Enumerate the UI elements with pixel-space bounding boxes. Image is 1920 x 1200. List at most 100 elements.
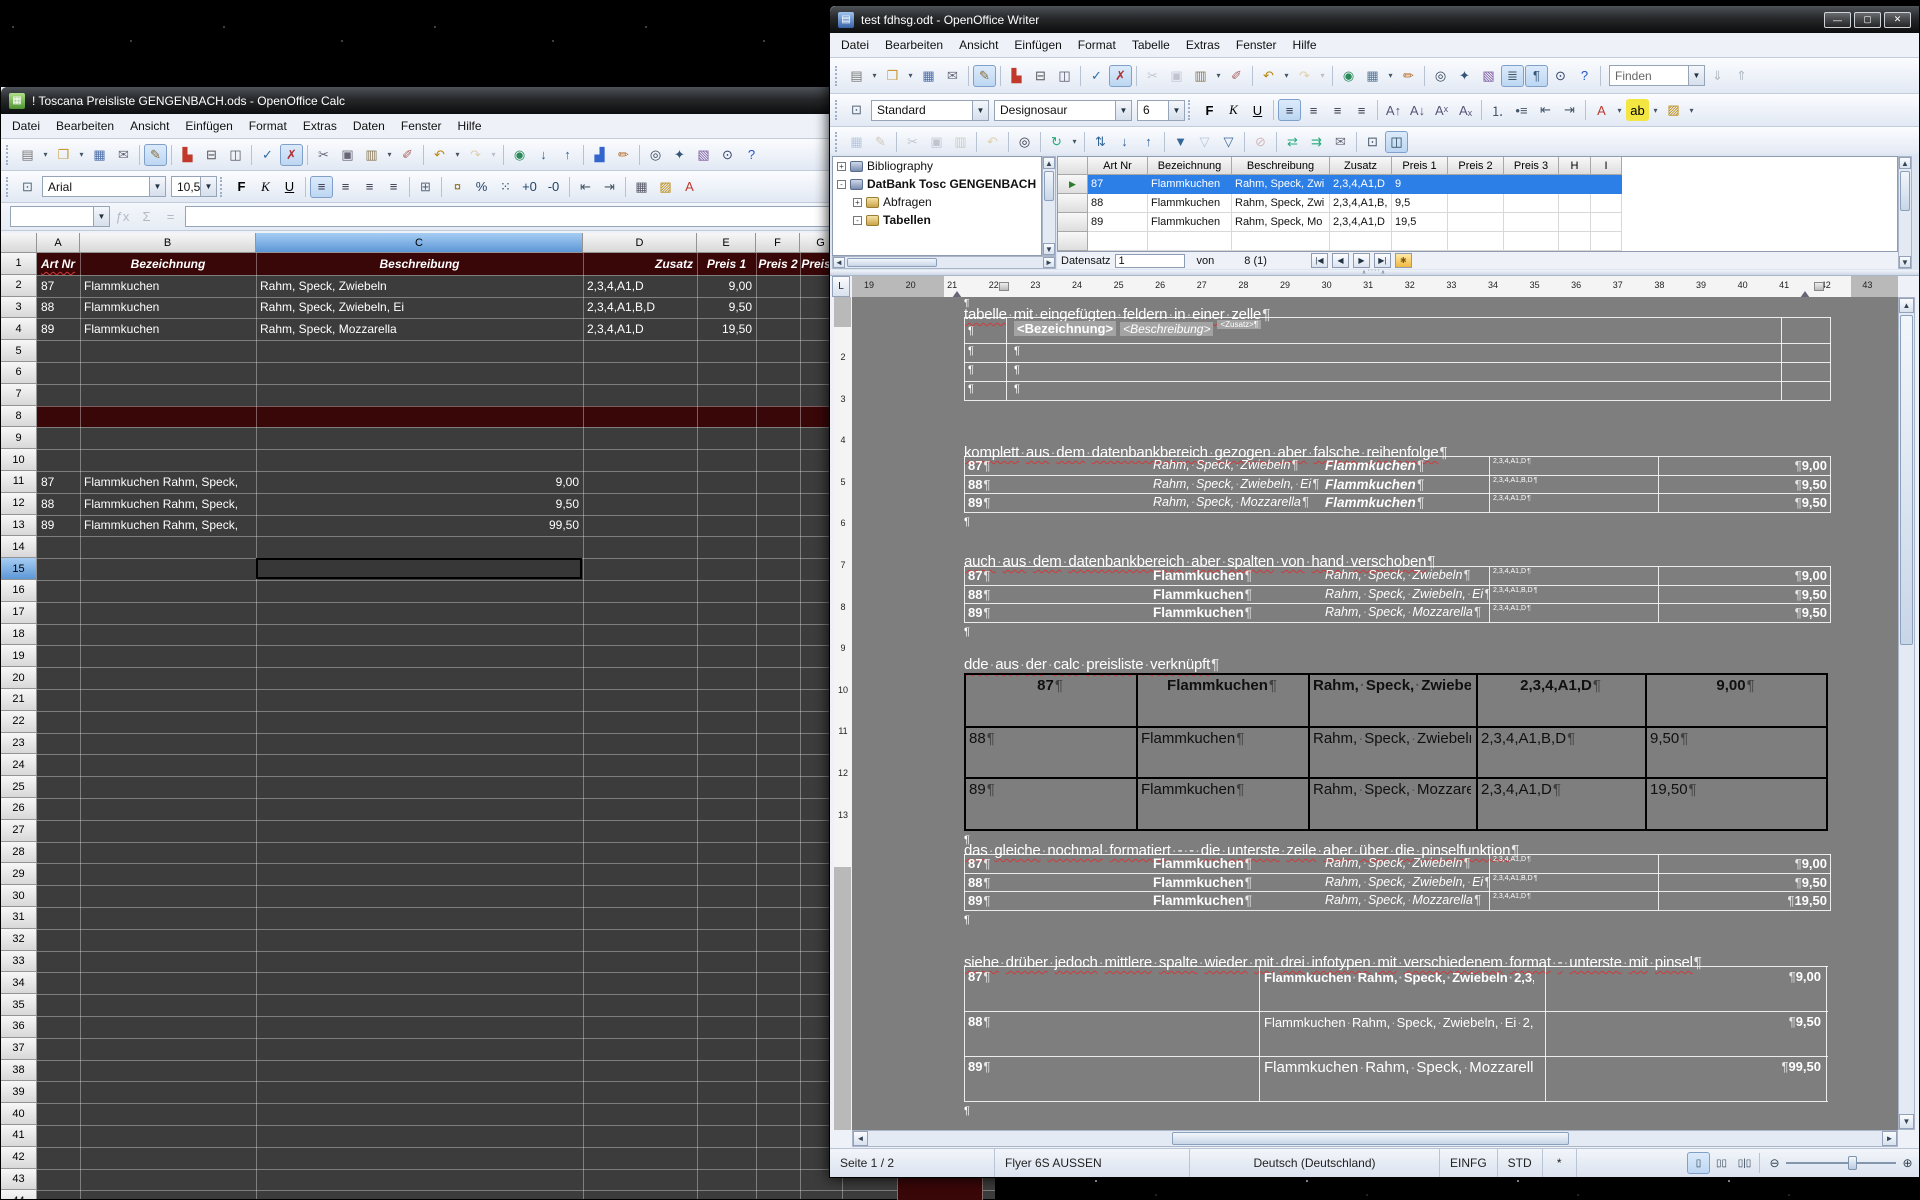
help-icon[interactable]: ? xyxy=(740,144,763,166)
grid-column-header-preis-1[interactable]: Preis 1 xyxy=(1392,157,1448,175)
tab-stop-marker[interactable] xyxy=(999,282,1009,291)
grid-cell[interactable]: 88 xyxy=(1088,194,1148,213)
row-selector[interactable] xyxy=(1058,213,1088,232)
row-selector[interactable] xyxy=(1058,232,1088,251)
sheet-cell-D2[interactable]: 2,3,4,A1,D xyxy=(583,275,697,297)
calc-function-wizard-icon[interactable]: ƒx xyxy=(111,206,134,228)
status-language[interactable]: Deutsch (Deutschland) xyxy=(1190,1149,1440,1177)
grid-cell[interactable] xyxy=(1559,175,1591,194)
tab-stop-marker[interactable] xyxy=(1814,282,1824,291)
datasource-table-grid[interactable]: Art NrBezeichnungBeschreibungZusatzPreis… xyxy=(1057,156,1898,252)
grid-cell[interactable] xyxy=(1448,213,1504,232)
row-selector-active[interactable]: ▶ xyxy=(1058,175,1088,194)
sheet-cell-C13[interactable]: 99,50 xyxy=(256,515,583,537)
row-header-2[interactable]: 2 xyxy=(1,275,37,297)
email-icon[interactable]: ✉ xyxy=(112,144,135,166)
paste-icon[interactable]: ▥ xyxy=(949,131,972,153)
bold-icon[interactable]: F xyxy=(1198,99,1221,121)
row-header-19[interactable]: 19 xyxy=(1,645,37,667)
datasource-tree-item[interactable]: +Bibliography xyxy=(833,157,1041,175)
expander-plus-icon[interactable]: + xyxy=(853,198,862,207)
redo-icon[interactable]: ↷ xyxy=(1293,65,1316,87)
row-header-9[interactable]: 9 xyxy=(1,427,37,449)
new-document-icon[interactable]: ▤ xyxy=(845,65,868,87)
auto-spellcheck-icon[interactable]: ✗ xyxy=(1109,65,1132,87)
grid-cell[interactable]: 89 xyxy=(1088,213,1148,232)
first-record-button[interactable]: |◀ xyxy=(1311,253,1328,268)
grid-cell[interactable]: Rahm, Speck, Zwi xyxy=(1232,194,1330,213)
row-header-36[interactable]: 36 xyxy=(1,1016,37,1038)
grid-cell[interactable] xyxy=(1088,232,1148,251)
row-header-4[interactable]: 4 xyxy=(1,318,37,340)
row-header-13[interactable]: 13 xyxy=(1,515,37,537)
row-header-22[interactable]: 22 xyxy=(1,711,37,733)
paragraph-style-combo[interactable]: Standard▼ xyxy=(871,100,989,121)
sheet-cell-A12[interactable]: 88 xyxy=(37,493,80,515)
sheet-cell-E4[interactable]: 19,50 xyxy=(697,318,756,340)
dropdown-arrow-icon[interactable]: ▾ xyxy=(40,144,51,166)
navigator-icon[interactable]: ✦ xyxy=(668,144,691,166)
row-header-33[interactable]: 33 xyxy=(1,951,37,973)
grid-cell[interactable] xyxy=(1448,194,1504,213)
next-record-button[interactable]: ▶ xyxy=(1353,253,1370,268)
dropdown-arrow-icon[interactable]: ▾ xyxy=(76,144,87,166)
align-right-icon[interactable]: ≡ xyxy=(358,176,381,198)
row-header-11[interactable]: 11 xyxy=(1,471,37,493)
previous-record-button[interactable]: ◀ xyxy=(1332,253,1349,268)
sheet-header-cell-F1[interactable]: Preis 2 xyxy=(756,253,800,275)
copy-icon[interactable]: ▣ xyxy=(925,131,948,153)
document-vertical-scrollbar[interactable]: ▲ ▼ xyxy=(1898,297,1915,1130)
grid-cell[interactable] xyxy=(1448,232,1504,251)
sort-descending-icon[interactable]: ↑ xyxy=(1137,131,1160,153)
book-view-icon[interactable]: ▯|▯ xyxy=(1733,1152,1756,1174)
grid-cell[interactable]: 2,3,4,A1,D xyxy=(1330,175,1392,194)
sheet-cell-C11[interactable]: 9,00 xyxy=(256,471,583,493)
increase-font-icon[interactable]: A↑ xyxy=(1382,99,1405,121)
justify-icon[interactable]: ≡ xyxy=(1350,99,1373,121)
sheet-cell-D3[interactable]: 2,3,4,A1,B,D xyxy=(583,297,697,319)
undo-icon[interactable]: ↶ xyxy=(428,144,451,166)
sheet-cell-A13[interactable]: 89 xyxy=(37,515,80,537)
font-color-icon[interactable]: A xyxy=(1590,99,1613,121)
writer-menu-format[interactable]: Format xyxy=(1071,35,1123,55)
find-record-icon[interactable]: ◎ xyxy=(1013,131,1036,153)
calc-sum-icon[interactable]: Σ xyxy=(135,206,158,228)
bold-icon[interactable]: F xyxy=(230,176,253,198)
mail-merge-icon[interactable]: ✉ xyxy=(1329,131,1352,153)
grid-cell[interactable] xyxy=(1559,213,1591,232)
grid-vertical-scrollbar[interactable]: ▲ ▼ xyxy=(1898,156,1912,269)
sheet-cell-A4[interactable]: 89 xyxy=(37,318,80,340)
record-number-input[interactable]: 1 xyxy=(1115,254,1185,268)
grid-column-header-preis-3[interactable]: Preis 3 xyxy=(1504,157,1559,175)
datasource-tree-item[interactable]: -Tabellen xyxy=(833,211,1041,229)
row-header-39[interactable]: 39 xyxy=(1,1081,37,1103)
datasource-tree-item-partial[interactable] xyxy=(833,229,1041,247)
sheet-cell-B13[interactable]: Flammkuchen Rahm, Speck, xyxy=(80,515,256,537)
grid-column-header-bezeichnung[interactable]: Bezeichnung xyxy=(1148,157,1232,175)
decrease-indent-icon[interactable]: ⇤ xyxy=(1534,99,1557,121)
zoom-out-icon[interactable]: ⊖ xyxy=(1763,1152,1786,1174)
auto-spellcheck-icon[interactable]: ✗ xyxy=(280,144,303,166)
datasource-tree-item[interactable]: +Abfragen xyxy=(833,193,1041,211)
save-icon[interactable]: ▦ xyxy=(917,65,940,87)
auto-filter-icon[interactable]: ▼ xyxy=(1169,131,1192,153)
grid-cell[interactable] xyxy=(1148,232,1232,251)
toolbar-grip[interactable] xyxy=(1188,100,1193,120)
insert-chart-icon[interactable]: ▟ xyxy=(588,144,611,166)
indent-marker-left[interactable] xyxy=(952,286,962,297)
chevron-down-icon[interactable]: ▼ xyxy=(1115,101,1131,120)
writer-titlebar[interactable]: ▤ test fdhsg.odt - OpenOffice Writer —▢✕ xyxy=(830,6,1919,33)
export-pdf-icon[interactable]: ▙ xyxy=(176,144,199,166)
row-header-38[interactable]: 38 xyxy=(1,1060,37,1082)
redo-icon[interactable]: ↷ xyxy=(464,144,487,166)
grid-cell[interactable] xyxy=(1392,232,1448,251)
grid-cell[interactable]: 19,5 xyxy=(1392,213,1448,232)
grid-cell[interactable] xyxy=(1559,232,1591,251)
subscript-icon[interactable]: Aₓ xyxy=(1454,99,1477,121)
row-header-5[interactable]: 5 xyxy=(1,340,37,362)
dropdown-arrow-icon[interactable]: ▾ xyxy=(488,144,499,166)
row-header-35[interactable]: 35 xyxy=(1,994,37,1016)
grid-cell[interactable]: Flammkuchen xyxy=(1148,213,1232,232)
row-header-8[interactable]: 8 xyxy=(1,406,37,428)
writer-menu-einfügen[interactable]: Einfügen xyxy=(1007,35,1068,55)
